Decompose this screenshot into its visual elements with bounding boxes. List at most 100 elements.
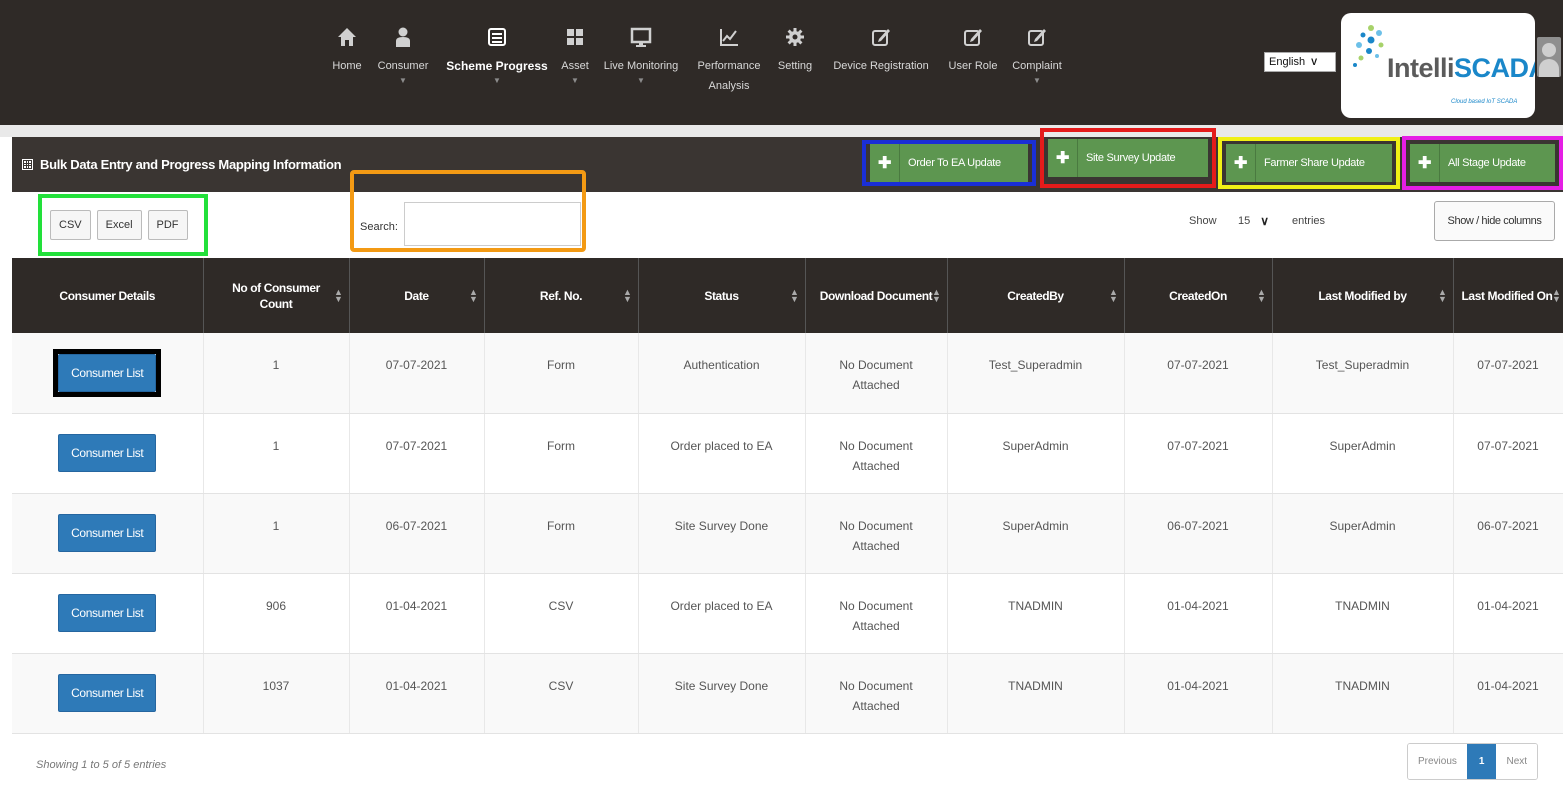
plus-icon: ✚ (1410, 144, 1440, 182)
page-title-text: Bulk Data Entry and Progress Mapping Inf… (40, 157, 342, 172)
button-label: Site Survey Update (1086, 152, 1176, 164)
header-last-modified-by[interactable]: Last Modified by ▲ ▼ (1272, 258, 1454, 333)
nav-item-user-role[interactable]: User Role (942, 0, 1004, 125)
cell-date: 01-04-2021 (349, 653, 485, 734)
cell-created-by: TNADMIN (947, 653, 1125, 734)
header-count[interactable]: No of Consumer Count ▲ ▼ (203, 258, 350, 333)
logo-text-dark: Intelli (1387, 53, 1455, 83)
table-row: Consumer List 1 06-07-2021 Form Site Sur… (12, 493, 1563, 574)
nav-item-live-monitoring[interactable]: Live Monitoring ▼ (594, 0, 688, 125)
logo-text: IntelliSCADA (1387, 53, 1535, 84)
sort-icon: ▲ ▼ (789, 286, 799, 304)
page-1-button[interactable]: 1 (1466, 744, 1497, 779)
header-date[interactable]: Date ▲ ▼ (349, 258, 485, 333)
download-text: No Document Attached (839, 358, 913, 392)
search-label: Search: (360, 221, 398, 233)
cell-status: Order placed to EA (638, 573, 806, 654)
cell-ref-no: CSV (484, 573, 639, 654)
nav-label: Live Monitoring (603, 60, 679, 72)
chevron-down-icon: ▼ (571, 76, 579, 85)
cell-date: 01-04-2021 (349, 573, 485, 654)
cell-modified-by: SuperAdmin (1272, 493, 1454, 574)
header-ref-no[interactable]: Ref. No. ▲ ▼ (484, 258, 639, 333)
header-label: Consumer Details (59, 288, 156, 303)
header-label: Status (704, 288, 739, 303)
grid-icon (564, 26, 586, 48)
table-icon (22, 159, 33, 170)
excel-export-button[interactable]: Excel (96, 210, 142, 240)
table-header-row: Consumer Details No of Consumer Count ▲ ▼ … (12, 258, 1563, 333)
next-page-button[interactable]: Next (1496, 744, 1538, 779)
sort-icon: ▲ ▼ (1256, 286, 1266, 304)
cell-download: No Document Attached (805, 653, 948, 734)
button-label: Order To EA Update (908, 157, 1001, 169)
cell-created-by: SuperAdmin (947, 413, 1125, 494)
cell-created-on: 07-07-2021 (1124, 413, 1273, 494)
cell-consumer-details: Consumer List (12, 653, 204, 734)
chevron-down-icon: ▼ (1033, 76, 1041, 85)
plus-icon: ✚ (1048, 139, 1078, 177)
header-status[interactable]: Status ▲ ▼ (638, 258, 806, 333)
cell-modified-by: TNADMIN (1272, 653, 1454, 734)
table-row: Consumer List 906 01-04-2021 CSV Order p… (12, 573, 1563, 654)
order-to-ea-update-button[interactable]: ✚ Order To EA Update (862, 140, 1036, 186)
show-hide-columns-button[interactable]: Show / hide columns (1434, 201, 1555, 241)
header-label: Last Modified by (1318, 288, 1407, 303)
all-stage-update-button[interactable]: ✚ All Stage Update (1402, 136, 1563, 190)
sort-icon: ▲ ▼ (931, 286, 941, 304)
nav-item-performance-analysis[interactable]: Performance Analysis (688, 0, 770, 125)
user-icon (392, 26, 414, 48)
entries-select[interactable]: 15 ∨ (1230, 203, 1286, 239)
nav-item-asset[interactable]: Asset ▼ (556, 0, 594, 125)
show-label: Show (1189, 215, 1217, 227)
pdf-export-button[interactable]: PDF (147, 210, 188, 240)
table-info: Showing 1 to 5 of 5 entries (36, 759, 167, 771)
nav-label: Device Registration (833, 60, 929, 72)
consumer-list-button[interactable]: Consumer List (58, 514, 157, 552)
header-download-document[interactable]: Download Document ▲ ▼ (805, 258, 948, 333)
divider (0, 125, 1563, 137)
download-text: No Document Attached (839, 598, 913, 633)
gear-icon (784, 26, 806, 48)
header-created-on[interactable]: CreatedOn ▲ ▼ (1124, 258, 1273, 333)
nav-item-setting[interactable]: Setting (770, 0, 820, 125)
cell-date: 06-07-2021 (349, 493, 485, 574)
avatar[interactable] (1537, 37, 1561, 77)
header-consumer-details[interactable]: Consumer Details (12, 258, 204, 333)
consumer-list-button[interactable]: Consumer List (58, 674, 157, 712)
logo-text-accent: SCADA (1454, 53, 1535, 83)
sort-icon: ▲ ▼ (1551, 286, 1561, 304)
table-row: Consumer List 1 07-07-2021 Form Authenti… (12, 333, 1563, 414)
nav-item-home[interactable]: Home (326, 0, 368, 125)
header-last-modified-on[interactable]: Last Modified On ▲ ▼ (1453, 258, 1563, 333)
button-label: Farmer Share Update (1264, 157, 1365, 169)
nav-label: Consumer (377, 60, 429, 72)
previous-page-button[interactable]: Previous (1408, 744, 1467, 779)
intelliscada-logo: IntelliSCADA Cloud based IoT SCADA (1341, 13, 1535, 118)
nav-item-scheme-progress[interactable]: Scheme Progress ▼ (438, 0, 556, 125)
list-icon (486, 26, 508, 48)
consumer-list-button[interactable]: Consumer List (58, 353, 157, 392)
chevron-down-icon: ▼ (399, 76, 407, 85)
cell-created-on: 01-04-2021 (1124, 573, 1273, 654)
sort-icon: ▲ ▼ (333, 286, 343, 304)
cell-status: Authentication (638, 333, 806, 414)
csv-export-button[interactable]: CSV (50, 210, 91, 240)
consumer-list-button[interactable]: Consumer List (58, 434, 157, 472)
nav-label: Setting (777, 60, 813, 72)
consumer-list-button[interactable]: Consumer List (58, 594, 157, 632)
cell-status: Order placed to EA (638, 413, 806, 494)
search-input[interactable] (404, 202, 581, 246)
cell-ref-no: Form (484, 413, 639, 494)
top-navbar: Home Consumer ▼ Scheme Progress ▼ Asset … (0, 0, 1563, 125)
farmer-share-update-button[interactable]: ✚ Farmer Share Update (1218, 137, 1400, 189)
cell-ref-no: Form (484, 493, 639, 574)
nav-item-consumer[interactable]: Consumer ▼ (368, 0, 438, 125)
nav-item-device-registration[interactable]: Device Registration (820, 0, 942, 125)
cell-count: 1 (203, 413, 350, 494)
site-survey-update-button[interactable]: ✚ Site Survey Update (1040, 128, 1216, 188)
header-created-by[interactable]: CreatedBy ▲ ▼ (947, 258, 1125, 333)
language-select[interactable]: English V (1264, 52, 1336, 72)
cell-count: 1 (203, 493, 350, 574)
nav-item-complaint[interactable]: Complaint ▼ (1004, 0, 1070, 125)
